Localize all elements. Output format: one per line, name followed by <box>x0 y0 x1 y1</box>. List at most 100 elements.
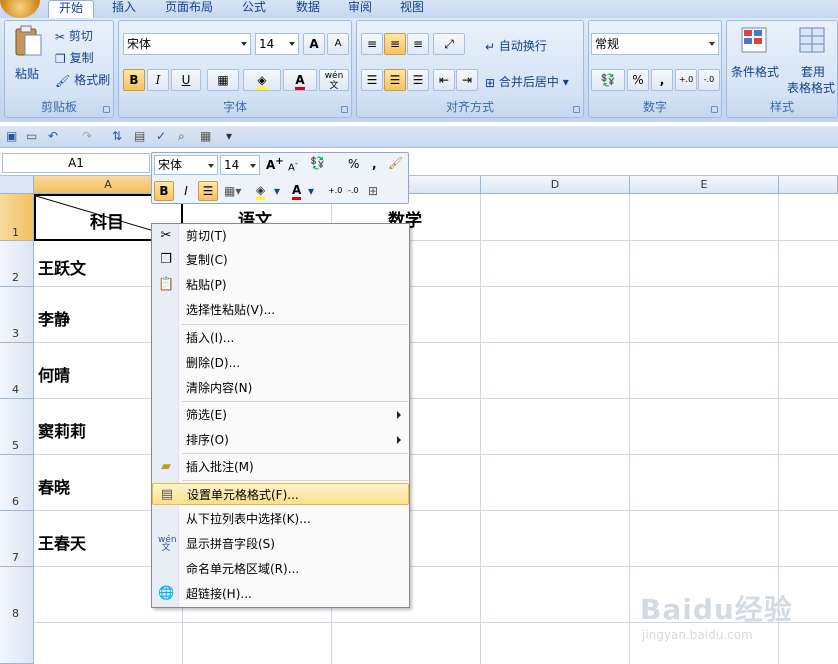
increase-indent-button[interactable]: ⇥ <box>456 69 478 91</box>
align-middle-button[interactable]: ≡ <box>384 33 406 55</box>
fill-color-button[interactable]: ◈ <box>243 69 281 91</box>
shrink-font-button[interactable]: A <box>327 33 349 55</box>
mini-font-color-icon[interactable]: A <box>292 183 302 200</box>
mini-percent-icon[interactable]: % <box>348 157 359 171</box>
cell-a4[interactable]: 何晴 <box>38 362 70 386</box>
tab-review[interactable]: 审阅 <box>348 0 372 18</box>
row-header-4[interactable]: 4 <box>0 343 34 399</box>
bold-button[interactable]: B <box>123 69 145 91</box>
phonetic-button[interactable]: wén 文 <box>319 69 349 91</box>
column-header-d[interactable]: D <box>481 176 630 194</box>
spellcheck-icon[interactable]: ✓ <box>156 129 166 143</box>
percent-button[interactable]: % <box>627 69 649 91</box>
customize-qat-icon[interactable]: ▾ <box>226 129 232 143</box>
select-all-corner[interactable] <box>0 176 34 194</box>
menu-item-show-phonetic[interactable]: wén 文显示拼音字段(S) <box>152 533 409 555</box>
column-header-e[interactable]: E <box>630 176 779 194</box>
form-icon[interactable]: ▤ <box>134 129 145 143</box>
menu-item-insert-comment[interactable]: ▰ 插入批注(M) <box>152 456 409 478</box>
mini-size-combo[interactable]: 14 <box>220 155 260 175</box>
redo-icon[interactable]: ↷ <box>82 129 92 143</box>
tab-home[interactable]: 开始 <box>48 0 95 18</box>
mini-border-icon[interactable]: ▦▾ <box>224 184 241 198</box>
tab-view[interactable]: 视图 <box>400 0 424 18</box>
column-header-f[interactable] <box>779 176 838 194</box>
save-icon[interactable]: ▣ <box>6 129 17 143</box>
row-header-2[interactable]: 2 <box>0 241 34 287</box>
clipboard-dialog-launcher[interactable] <box>103 106 110 113</box>
menu-item-hyperlink[interactable]: 🌐 超链接(H)... <box>152 583 409 605</box>
cell-a7[interactable]: 王春天 <box>38 530 86 554</box>
align-top-button[interactable]: ≡ <box>361 33 383 55</box>
menu-item-cut[interactable]: ✂ 剪切(T) <box>152 225 409 247</box>
name-box[interactable]: A1 <box>2 153 150 173</box>
align-left-button[interactable]: ☰ <box>361 69 383 91</box>
decrease-indent-button[interactable]: ⇤ <box>433 69 455 91</box>
tab-insert[interactable]: 插入 <box>112 0 136 18</box>
cell-a3[interactable]: 李静 <box>38 306 70 330</box>
table-format-button-line2[interactable]: 表格格式 <box>787 79 835 96</box>
paste-icon[interactable] <box>13 25 43 57</box>
mini-decrease-decimal-icon[interactable]: -.0 <box>348 186 359 195</box>
orientation-button[interactable]: ⤢ <box>433 33 465 55</box>
menu-item-paste[interactable]: 📋 粘贴(P) <box>152 274 409 296</box>
row-header-1[interactable]: 1 <box>0 194 34 241</box>
border-button[interactable]: ▦ <box>207 69 239 91</box>
italic-button[interactable]: I <box>147 69 169 91</box>
mini-comma-icon[interactable]: , <box>372 157 377 171</box>
mini-fill-icon[interactable]: ◈ <box>256 183 266 200</box>
menu-item-clear-contents[interactable]: 清除内容(N) <box>152 377 409 399</box>
row-header-7[interactable]: 7 <box>0 511 34 567</box>
align-right-button[interactable]: ☰ <box>407 69 429 91</box>
menu-item-format-cells[interactable]: ▤ 设置单元格格式(F)... <box>152 483 409 505</box>
chevron-down-icon[interactable]: ▾ <box>308 184 314 198</box>
mini-shrink-font-icon[interactable]: A- <box>288 158 298 173</box>
mini-currency-icon[interactable]: 💱 <box>310 156 325 170</box>
decrease-decimal-button[interactable]: -.0 <box>698 69 720 91</box>
number-format-combo[interactable]: 常规 <box>591 33 719 55</box>
cut-button[interactable]: ✂ 剪切 <box>55 27 93 44</box>
mini-merge-icon[interactable]: ⊞ <box>368 184 378 198</box>
grid-icon[interactable]: ▦ <box>200 129 211 143</box>
comma-button[interactable]: , <box>651 69 673 91</box>
undo-icon[interactable]: ↶ <box>48 129 58 143</box>
mini-increase-decimal-icon[interactable]: +.0 <box>328 186 342 195</box>
menu-item-insert[interactable]: 插入(I)... <box>152 327 409 349</box>
row-header-6[interactable]: 6 <box>0 455 34 511</box>
align-center-button[interactable]: ☰ <box>384 69 406 91</box>
mini-center-button[interactable]: ☰ <box>198 181 218 201</box>
increase-decimal-button[interactable]: +.0 <box>675 69 697 91</box>
paste-button[interactable]: 粘贴 <box>15 65 39 82</box>
menu-item-delete[interactable]: 删除(D)... <box>152 352 409 374</box>
cell-a6[interactable]: 春晓 <box>38 474 70 498</box>
menu-item-sort[interactable]: 排序(O) <box>152 429 409 451</box>
copy-button[interactable]: ❐ 复制 <box>55 49 94 66</box>
tab-page-layout[interactable]: 页面布局 <box>165 0 213 18</box>
font-name-combo[interactable]: 宋体 <box>123 33 251 55</box>
mini-format-painter-icon[interactable]: 🖌 <box>388 156 403 170</box>
align-bottom-button[interactable]: ≡ <box>407 33 429 55</box>
font-color-button[interactable]: A <box>283 69 317 91</box>
cell-a2[interactable]: 王跃文 <box>38 255 86 279</box>
menu-item-paste-special[interactable]: 选择性粘贴(V)... <box>152 299 409 321</box>
font-dialog-launcher[interactable] <box>341 106 348 113</box>
grow-font-button[interactable]: A <box>303 33 325 55</box>
new-file-icon[interactable]: ▭ <box>26 129 37 143</box>
table-format-button[interactable]: 套用 <box>801 63 825 80</box>
row-header-5[interactable]: 5 <box>0 399 34 455</box>
format-painter-button[interactable]: 🖌 格式刷 <box>55 71 110 88</box>
chevron-down-icon[interactable]: ▾ <box>274 184 280 198</box>
sort-icon[interactable]: ⇅ <box>112 129 122 143</box>
menu-item-filter[interactable]: 筛选(E) <box>152 404 409 426</box>
mini-italic-button[interactable]: I <box>176 181 196 201</box>
mini-font-combo[interactable]: 宋体 <box>154 155 218 175</box>
row-header-3[interactable]: 3 <box>0 287 34 343</box>
print-preview-icon[interactable]: ⌕ <box>178 129 185 144</box>
menu-item-pick-from-list[interactable]: 从下拉列表中选择(K)... <box>152 508 409 530</box>
tab-formulas[interactable]: 公式 <box>242 0 266 18</box>
menu-item-copy[interactable]: ❐ 复制(C) <box>152 249 409 271</box>
underline-button[interactable]: U <box>171 69 201 91</box>
alignment-dialog-launcher[interactable] <box>573 106 580 113</box>
wrap-text-button[interactable]: ↵ 自动换行 <box>485 37 547 54</box>
merge-center-button[interactable]: ⊞ 合并后居中 ▾ <box>485 73 569 90</box>
